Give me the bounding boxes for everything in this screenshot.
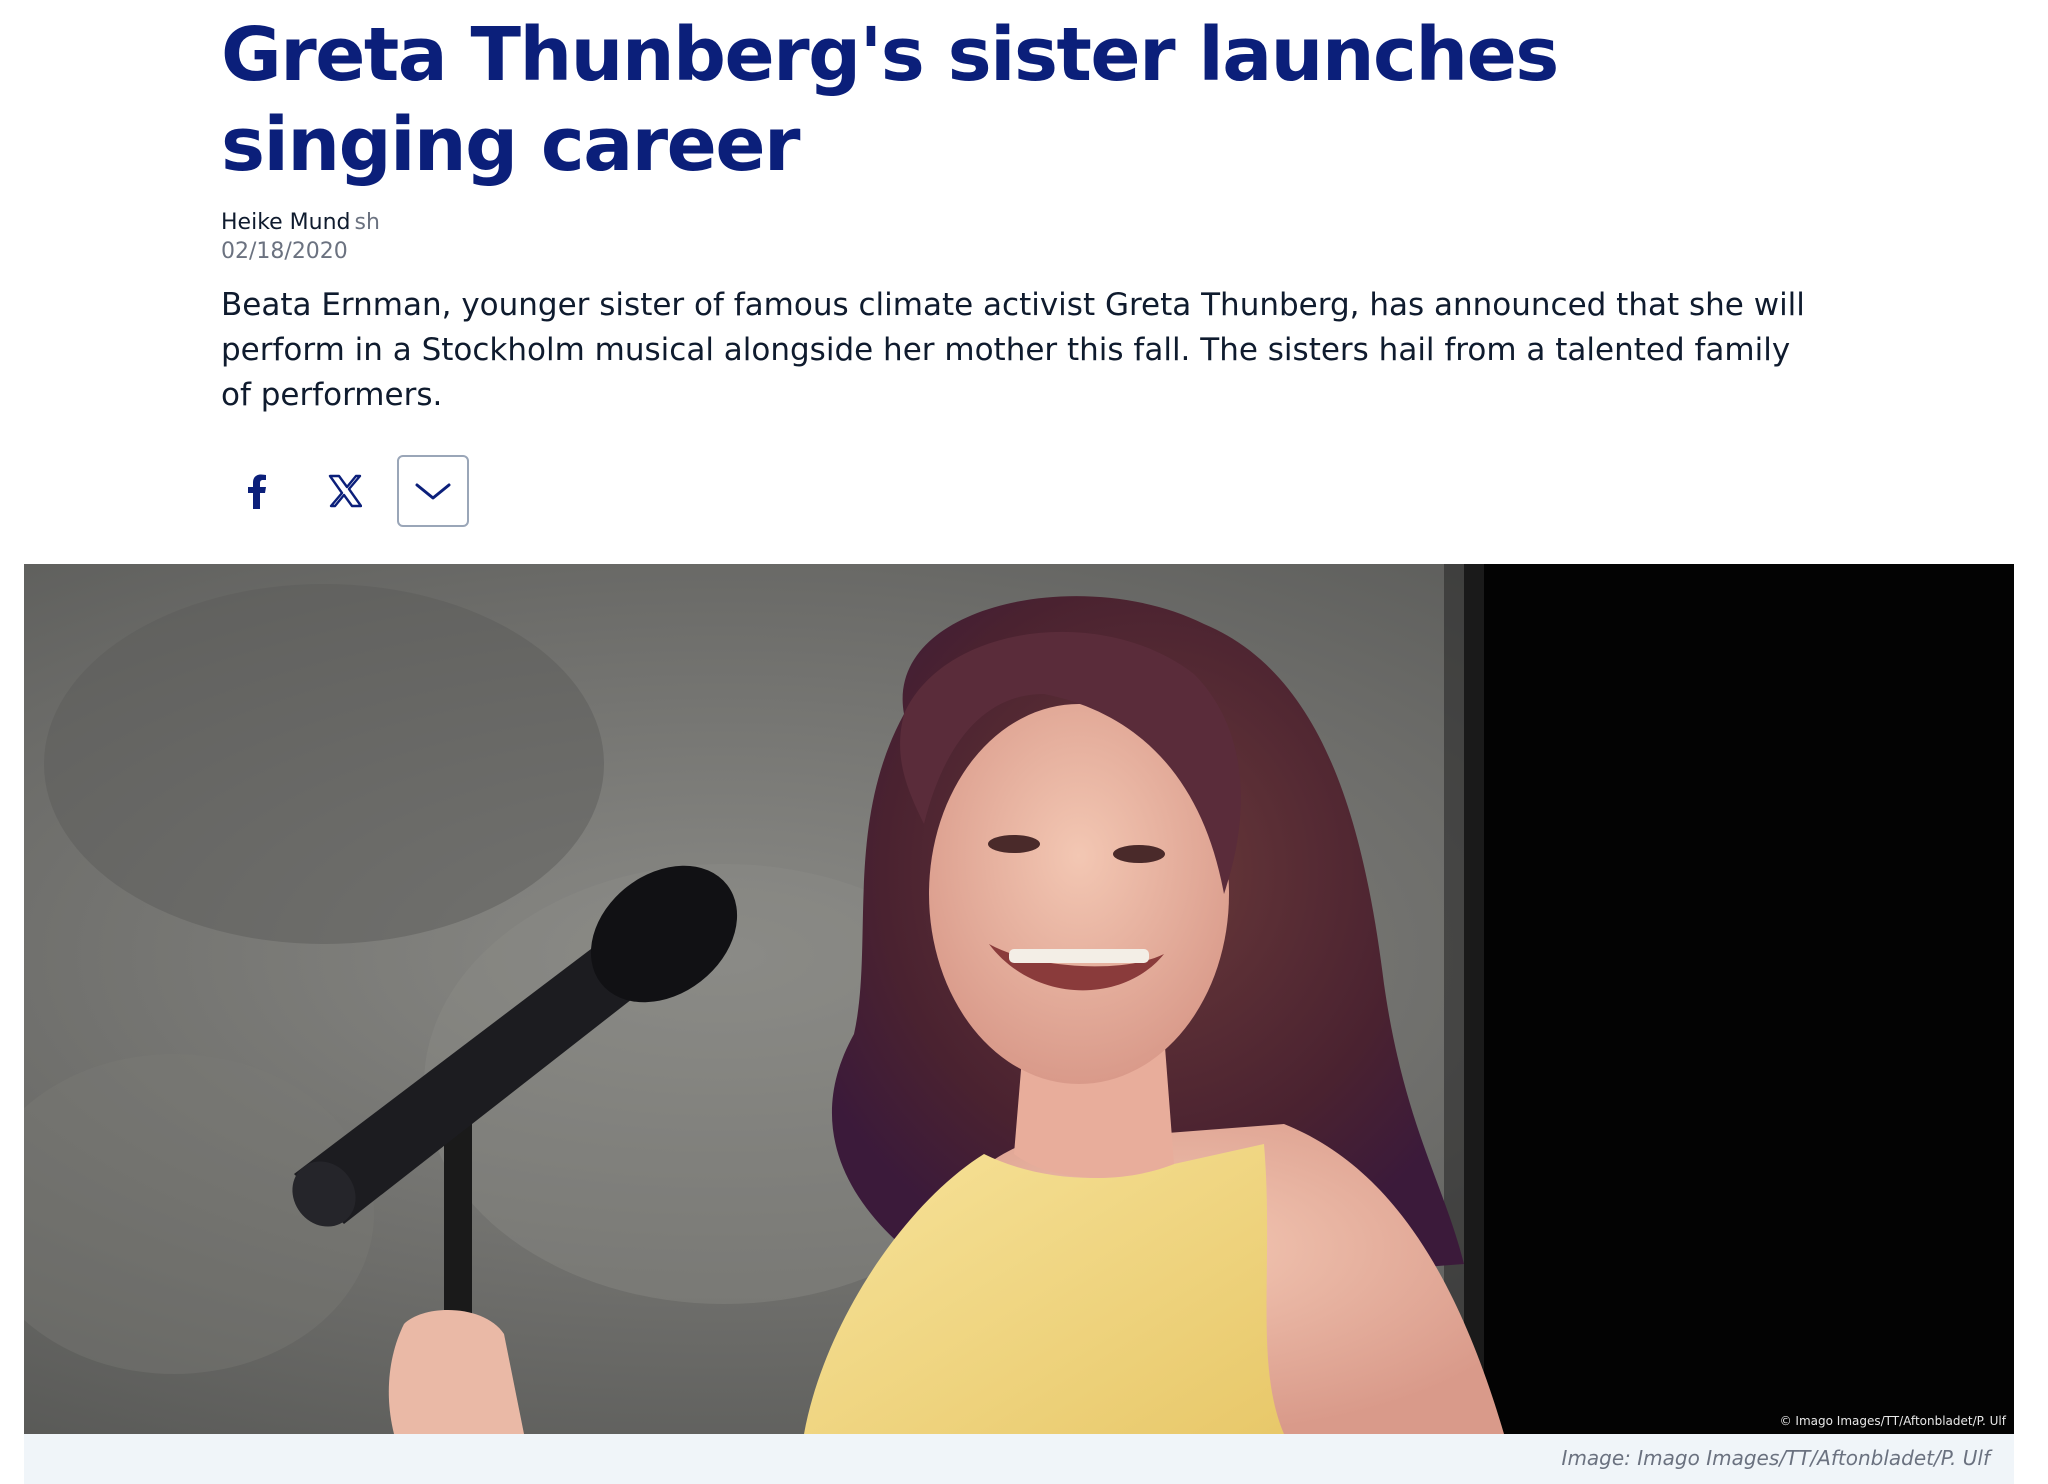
article-headline: Greta Thunberg's sister launches singing… [221,12,1559,188]
share-bar [221,455,485,527]
image-caption: Image: Imago Images/TT/Aftonbladet/P. Ul… [1561,1446,1990,1470]
byline: Heike Mund sh [221,209,380,237]
share-more-button[interactable] [397,455,469,527]
author-initials: sh [354,210,380,235]
facebook-icon [248,474,266,509]
caption-bar: Image: Imago Images/TT/Aftonbladet/P. Ul… [24,1434,2014,1484]
x-icon [328,474,362,508]
chevron-down-icon [415,483,451,500]
author-name[interactable]: Heike Mund [221,210,351,235]
publish-date: 02/18/2020 [221,239,348,264]
share-x-button[interactable] [309,455,381,527]
article-photo: © Imago Images/TT/Aftonbladet/P. Ulf [24,564,2014,1434]
photo-overlay-credit: © Imago Images/TT/Aftonbladet/P. Ulf [1779,1414,2006,1428]
article-page: Greta Thunberg's sister launches singing… [0,0,2048,1484]
photo-illustration [24,564,2014,1434]
article-teaser: Beata Ernman, younger sister of famous c… [221,287,1805,413]
share-facebook-button[interactable] [221,455,293,527]
